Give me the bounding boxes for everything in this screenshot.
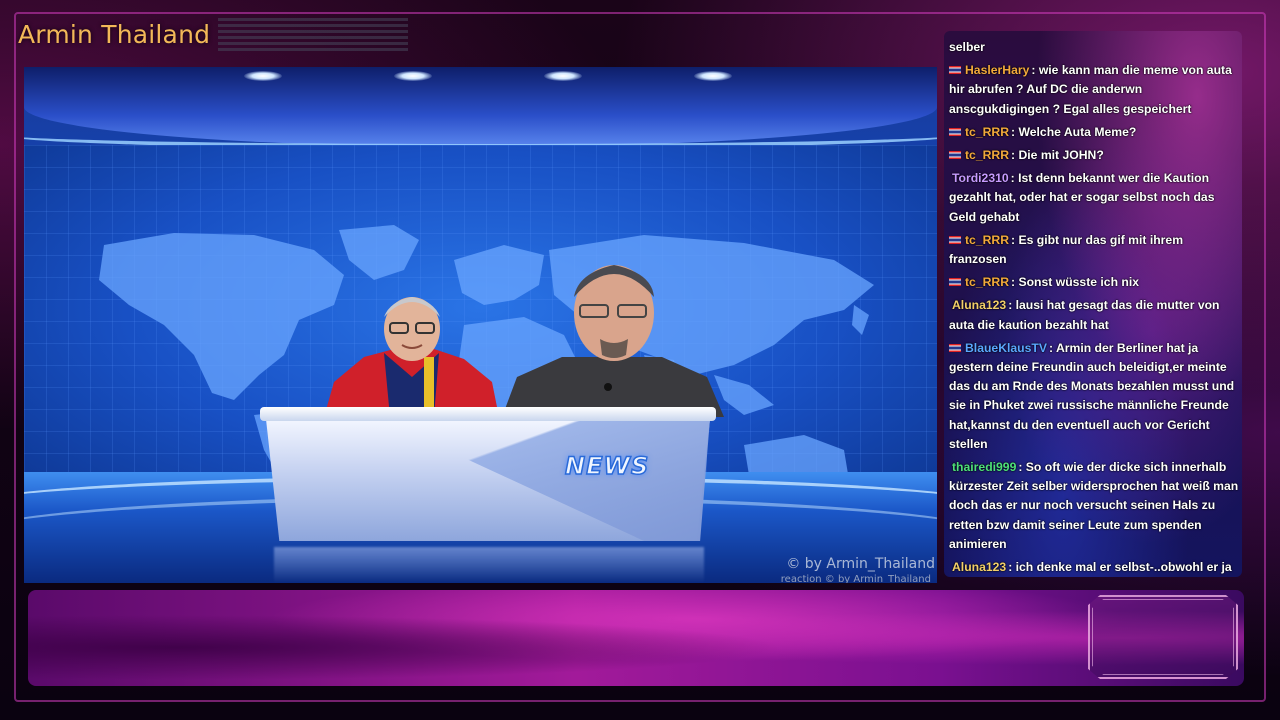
ceiling-light [694, 71, 732, 81]
chat-message-text: : Sonst wüsste ich nix [1011, 275, 1140, 290]
chat-message-text: : Armin der Berliner hat ja gestern dein… [949, 340, 1235, 451]
news-logo: NEWS [564, 451, 650, 481]
chat-message-text: selber [949, 40, 985, 54]
thai-flag-icon [949, 343, 961, 352]
logo-frame-inner [1092, 599, 1234, 675]
watermark: © by Armin_Thailand [786, 556, 935, 572]
chat-message: Aluna123: lausi hat gesagt das die mutte… [949, 296, 1239, 334]
live-chat-panel[interactable]: selber HaslerHary: wie kann man die meme… [944, 31, 1242, 577]
chat-username[interactable]: tc_RRR [965, 275, 1009, 289]
chat-message-text: : Die mit JOHN? [1011, 148, 1104, 163]
chat-username[interactable]: thairedi999 [952, 460, 1016, 474]
chat-message: thairedi999: So oft wie der dicke sich i… [949, 458, 1239, 554]
lower-third-banner [28, 590, 1244, 686]
thai-flag-icon [949, 127, 961, 136]
thai-flag-icon [949, 151, 961, 160]
thai-flag-icon [949, 66, 961, 75]
chat-message: tc_RRR: Sonst wüsste ich nix [949, 273, 1239, 292]
presenter-left [324, 297, 499, 417]
chat-username[interactable]: HaslerHary [965, 63, 1029, 77]
video-feed: NEWS © by Armin_Thailand reaction © by A… [24, 67, 937, 583]
chat-username[interactable]: tc_RRR [965, 233, 1009, 247]
chat-message: Tordi2310: Ist denn bekannt wer die Kaut… [949, 169, 1239, 227]
watermark-reaction: reaction © by Armin_Thailand [780, 574, 931, 583]
ceiling-light [394, 71, 432, 81]
chat-username[interactable]: Aluna123 [952, 560, 1006, 574]
chat-username[interactable]: tc_RRR [965, 148, 1009, 162]
ceiling-light [544, 71, 582, 81]
chat-username[interactable]: tc_RRR [965, 125, 1009, 139]
chat-message: BlaueKlausTV: Armin der Berliner hat ja … [949, 339, 1239, 454]
chat-message-list: selber HaslerHary: wie kann man die meme… [949, 38, 1239, 577]
chat-message: Aluna123: ich denke mal er selbst-..obwo… [949, 558, 1239, 577]
chat-message: tc_RRR: Es gibt nur das gif mit ihrem fr… [949, 231, 1239, 269]
news-desk: NEWS [260, 407, 716, 547]
presenter-right [502, 265, 724, 417]
chat-username[interactable]: Tordi2310 [952, 171, 1009, 185]
desk-top [260, 407, 716, 421]
channel-title: Armin Thailand [18, 20, 211, 49]
chat-username[interactable]: BlaueKlausTV [965, 341, 1047, 355]
thai-flag-icon [949, 235, 961, 244]
ceiling-light [244, 71, 282, 81]
chat-message: tc_RRR: Die mit JOHN? [949, 146, 1239, 165]
chat-username[interactable]: Aluna123 [952, 298, 1006, 312]
chat-message: selber [949, 38, 1239, 57]
chat-message: HaslerHary: wie kann man die meme von au… [949, 61, 1239, 119]
chat-message: tc_RRR: Welche Auta Meme? [949, 123, 1239, 142]
thai-flag-icon [949, 278, 961, 287]
title-decoration [218, 18, 408, 54]
chat-message-text: : Welche Auta Meme? [1011, 124, 1137, 139]
desk-reflection [274, 547, 704, 583]
